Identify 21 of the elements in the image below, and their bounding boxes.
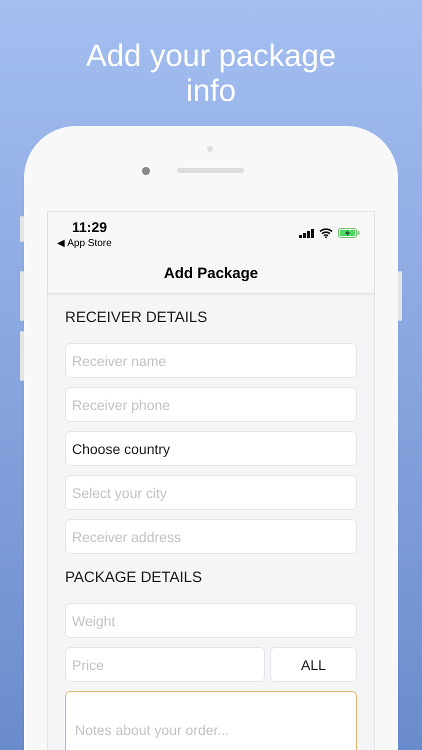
text-field[interactable]: Receiver address bbox=[65, 519, 357, 554]
text-field[interactable]: Receiver phone bbox=[65, 387, 357, 422]
country-select[interactable]: Choose country bbox=[65, 431, 357, 466]
sensor-dot bbox=[207, 146, 213, 152]
currency-button[interactable]: ALL bbox=[270, 647, 357, 682]
notes-field[interactable]: Notes about your order... bbox=[65, 691, 357, 750]
price-field[interactable]: Price bbox=[65, 647, 265, 682]
status-time: 11:29 bbox=[72, 219, 108, 235]
section-heading: PACKAGE DETAILS bbox=[65, 568, 203, 588]
section-heading: RECEIVER DETAILS bbox=[65, 308, 208, 328]
camera-dot bbox=[142, 167, 150, 175]
speaker-grille bbox=[177, 168, 244, 173]
screen-title: Add Package bbox=[162, 264, 260, 284]
headline: Add your package info bbox=[85, 38, 337, 108]
text-field[interactable]: Select your city bbox=[65, 475, 357, 510]
text-field[interactable]: Receiver name bbox=[65, 343, 357, 378]
wifi-icon bbox=[319, 228, 333, 238]
back-link[interactable]: ◀ App Store bbox=[57, 237, 112, 249]
text-field[interactable]: Weight bbox=[65, 603, 357, 638]
battery-icon bbox=[338, 228, 360, 238]
signal-icon bbox=[299, 228, 314, 238]
